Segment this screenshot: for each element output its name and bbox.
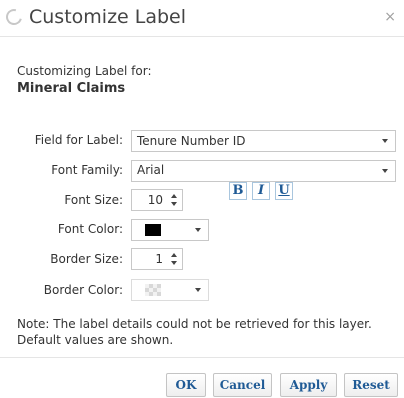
font-family-label: Font Family: [51,163,123,177]
underline-button[interactable]: U [275,182,293,200]
customize-label-dialog: Customize Label × Customizing Label for:… [0,0,404,398]
customizing-label-caption: Customizing Label for: [17,64,152,78]
field-for-label-label: Field for Label: [34,133,123,147]
font-family-value: Arial [137,163,165,177]
ok-button[interactable]: OK [166,373,206,397]
field-for-label-select[interactable]: Tenure Number ID [131,130,396,152]
reset-button[interactable]: Reset [344,373,398,397]
dialog-title: Customize Label [29,6,187,28]
increment-arrow-icon[interactable] [171,253,177,257]
border-size-label: Border Size: [50,252,123,266]
apply-button[interactable]: Apply [280,373,337,397]
font-size-value: 10 [147,193,163,207]
close-icon[interactable]: × [384,10,396,24]
border-size-value: 1 [155,252,163,266]
chevron-down-icon [195,288,201,292]
cancel-button[interactable]: Cancel [213,373,272,397]
font-family-select[interactable]: Arial [131,160,396,182]
decrement-arrow-icon[interactable] [171,202,177,206]
border-color-label: Border Color: [43,283,123,297]
transparent-swatch [145,284,161,296]
layer-name: Mineral Claims [17,81,126,96]
border-size-stepper[interactable]: 1 [131,248,183,270]
font-color-picker[interactable] [131,219,209,241]
border-color-picker[interactable] [131,279,209,301]
chevron-down-icon [382,169,388,173]
font-color-swatch [145,224,161,236]
font-size-label: Font Size: [64,193,123,207]
field-for-label-value: Tenure Number ID [137,134,246,148]
italic-button[interactable]: I [252,182,270,200]
increment-arrow-icon[interactable] [171,194,177,198]
bold-button[interactable]: B [229,182,247,200]
dialog-header: Customize Label × [0,0,404,37]
font-size-stepper[interactable]: 10 [131,189,183,211]
decrement-arrow-icon[interactable] [171,261,177,265]
chevron-down-icon [195,228,201,232]
dialog-footer: OK Cancel Apply Reset [0,357,404,398]
default-values-note: Note: The label details could not be ret… [17,317,372,347]
chevron-down-icon [382,139,388,143]
font-color-label: Font Color: [57,222,123,236]
loading-spinner-icon [3,6,25,28]
